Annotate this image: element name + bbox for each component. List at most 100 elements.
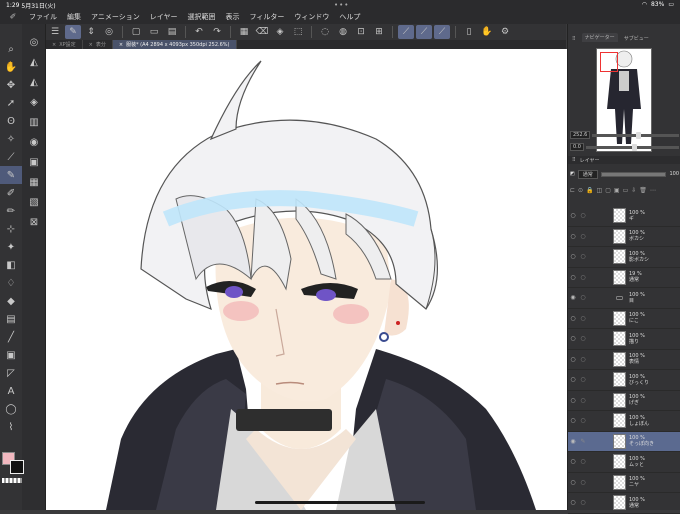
text-tool-icon[interactable]: A <box>0 382 22 400</box>
layer-row[interactable]: ◉ ✎ 100 % そっぽ向き <box>568 431 680 452</box>
layer-row[interactable]: ○ ○ 100 % ギ <box>568 206 680 227</box>
layer-row[interactable]: ○ ○ 100 % ニヤ <box>568 473 680 493</box>
layer-color-icon[interactable]: ◩ <box>570 171 575 177</box>
clip-icon[interactable]: ⊏ <box>570 187 575 194</box>
redo-icon[interactable]: ↷ <box>209 25 225 39</box>
layer-row[interactable]: ○ ○ 100 % ボカシ <box>568 227 680 247</box>
tab-xp[interactable]: × XP設定 <box>46 40 83 49</box>
zoom-slider[interactable] <box>592 131 679 139</box>
magnifier-tool-icon[interactable]: ⌕ <box>0 40 22 58</box>
hamburger-menu-icon[interactable]: ☰ <box>47 25 63 39</box>
grid-snap-icon[interactable]: ⟋ <box>434 25 450 39</box>
eye-icon[interactable]: ○ <box>568 417 578 424</box>
special-ruler-snap-icon[interactable]: ⟋ <box>416 25 432 39</box>
ruler-tool-icon[interactable]: ◸ <box>0 364 22 382</box>
hatch-icon[interactable]: ▦ <box>236 25 252 39</box>
airbrush-tool-icon[interactable]: ⊹ <box>0 220 22 238</box>
save-icon[interactable]: ▤ <box>164 25 180 39</box>
stabilizer-icon[interactable]: ◎ <box>101 25 117 39</box>
menu-filter[interactable]: フィルター <box>245 12 290 22</box>
canvas-edit-icon[interactable]: ✎ <box>65 25 81 39</box>
edit-toggle-icon[interactable]: ○ <box>578 274 588 281</box>
device-icon[interactable]: ▯ <box>461 25 477 39</box>
open-folder-icon[interactable]: ▭ <box>146 25 162 39</box>
edit-toggle-icon[interactable]: ○ <box>578 233 588 240</box>
eye-icon[interactable]: ○ <box>568 356 578 363</box>
layer-row[interactable]: ○ ○ 19 % 通常 <box>568 268 680 288</box>
magic-wand-tool-icon[interactable]: ✧ <box>0 130 22 148</box>
color-history-icon[interactable]: ⊠ <box>22 212 46 232</box>
correct-line-tool-icon[interactable]: ⌇ <box>0 418 22 436</box>
tab-fukuso[interactable]: × 服装* (A4 2894 x 4093px 350dpi 252.6%) <box>112 40 237 49</box>
blend-mode-select[interactable]: 通常 <box>577 169 598 179</box>
hand-icon[interactable]: ✋ <box>479 25 495 39</box>
new-vector-icon[interactable]: ▣ <box>614 187 620 194</box>
eye-icon[interactable]: ○ <box>568 458 578 465</box>
new-folder-icon[interactable]: ▭ <box>623 187 629 194</box>
color-wheel-icon[interactable]: ▣ <box>22 152 46 172</box>
undo-icon[interactable]: ↶ <box>191 25 207 39</box>
layer-row[interactable]: ○ ○ 100 % びっくり <box>568 370 680 391</box>
clear-icon[interactable]: ⌫ <box>254 25 270 39</box>
delete-layer-icon[interactable]: 🗑 <box>639 187 647 194</box>
layer-row[interactable]: ○ ○ 100 % しょぼん <box>568 411 680 432</box>
fill-icon[interactable]: ◈ <box>272 25 288 39</box>
home-indicator[interactable] <box>255 501 425 504</box>
color-set-icon[interactable]: ▦ <box>22 172 46 192</box>
subview-tab[interactable]: サブビュー <box>624 35 649 42</box>
tab-hyobun[interactable]: × 表分 <box>83 40 113 49</box>
reference-icon[interactable]: ⊙ <box>578 187 583 194</box>
material-icon[interactable]: ◉ <box>22 132 46 152</box>
edit-toggle-icon[interactable]: ○ <box>578 376 588 383</box>
hand-tool-icon[interactable]: ✋ <box>0 58 22 76</box>
mask-icon[interactable]: ◫ <box>597 187 603 194</box>
eye-icon[interactable]: ○ <box>568 212 578 219</box>
eyedropper-tool-icon[interactable]: ⟋ <box>0 148 22 166</box>
target-icon[interactable]: ◎ <box>22 32 46 52</box>
snap-icon[interactable]: ⊞ <box>371 25 387 39</box>
more-icon[interactable]: ⋯ <box>650 187 656 194</box>
zoom-knob[interactable] <box>635 131 641 139</box>
menu-selection[interactable]: 選択範囲 <box>183 12 221 22</box>
selection-show-icon[interactable]: ⊡ <box>353 25 369 39</box>
edit-toggle-icon[interactable]: ○ <box>578 335 588 342</box>
move-tool-icon[interactable]: ✥ <box>0 76 22 94</box>
balloon-tool-icon[interactable]: ◯ <box>0 400 22 418</box>
app-logo-icon[interactable]: ✐ <box>6 12 20 22</box>
eye-icon[interactable]: ○ <box>568 253 578 260</box>
edit-toggle-icon[interactable]: ○ <box>578 356 588 363</box>
eye-icon[interactable]: ○ <box>568 376 578 383</box>
navigator-viewport[interactable] <box>600 52 618 72</box>
edit-toggle-icon[interactable]: ○ <box>578 397 588 404</box>
edit-toggle-icon[interactable]: ○ <box>578 294 588 301</box>
opacity-value[interactable]: 100 <box>669 171 679 177</box>
fill-tool-icon[interactable]: ◆ <box>0 292 22 310</box>
operation-tool-icon[interactable]: ➚ <box>0 94 22 112</box>
eye-icon[interactable]: ○ <box>568 397 578 404</box>
close-icon[interactable]: × <box>89 42 93 48</box>
layer-row[interactable]: ○ ○ 100 % げぎ <box>568 391 680 411</box>
gradient-tool-icon[interactable]: ▤ <box>0 310 22 328</box>
transform-icon[interactable]: ⬚ <box>290 25 306 39</box>
frame-tool-icon[interactable]: ▣ <box>0 346 22 364</box>
rotate-field[interactable]: 0.0 <box>570 143 584 151</box>
intermediate-color-icon[interactable]: ▧ <box>22 192 46 212</box>
layer-row[interactable]: ○ ○ 100 % にこ <box>568 309 680 329</box>
eye-icon[interactable]: ○ <box>568 274 578 281</box>
pencil-tool-icon[interactable]: ✐ <box>0 184 22 202</box>
layer-row[interactable]: ○ ○ 100 % 描り <box>568 329 680 350</box>
layer-row[interactable]: ○ ○ 100 % 表情 <box>568 350 680 370</box>
eye-icon[interactable]: ○ <box>568 479 578 486</box>
navigator-tab[interactable]: ナビゲーター <box>581 33 618 42</box>
eye-icon[interactable]: ○ <box>568 233 578 240</box>
figure-tool-icon[interactable]: ╱ <box>0 328 22 346</box>
layer-row[interactable]: ○ ○ 100 % 通常 <box>568 493 680 514</box>
brush-tool-icon[interactable]: ✏ <box>0 202 22 220</box>
edit-toggle-icon[interactable]: ○ <box>578 417 588 424</box>
eye-icon[interactable]: ○ <box>568 499 578 506</box>
new-layer-icon[interactable]: ▢ <box>605 187 611 194</box>
main-color-swatch[interactable] <box>10 460 24 474</box>
canvas[interactable] <box>46 49 567 510</box>
decoration-tool-icon[interactable]: ✦ <box>0 238 22 256</box>
invert-selection-icon[interactable]: ◍ <box>335 25 351 39</box>
